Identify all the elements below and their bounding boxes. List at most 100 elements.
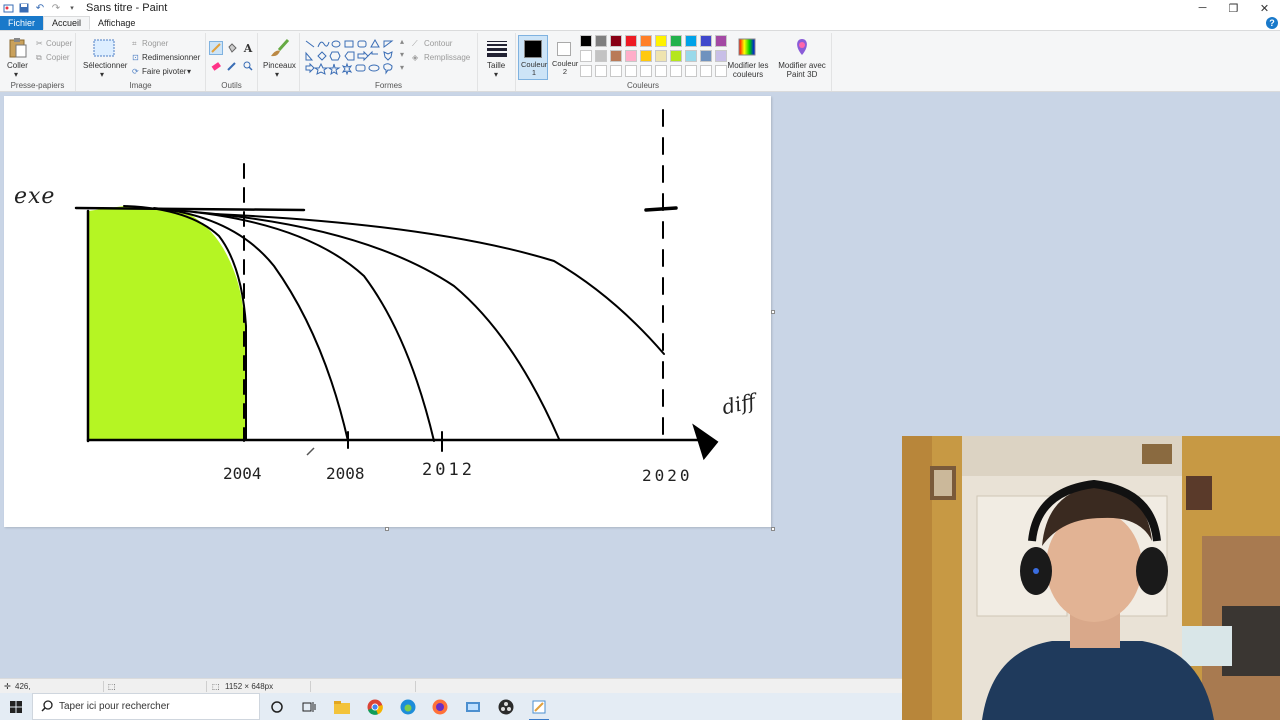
group-size: Taille ▾ xyxy=(478,33,516,91)
canvas-resize-handle-bottom[interactable] xyxy=(385,527,389,531)
edit-colors-button[interactable]: Modifier les couleurs xyxy=(726,61,770,79)
canvas-resize-handle-right[interactable] xyxy=(771,310,775,314)
palette-swatch[interactable] xyxy=(655,50,667,62)
redo-icon[interactable]: ↷ xyxy=(50,2,62,14)
eraser-icon[interactable] xyxy=(209,59,223,73)
size-button[interactable]: Taille xyxy=(487,61,505,70)
save-icon[interactable] xyxy=(18,2,30,14)
palette-swatch[interactable] xyxy=(685,35,697,47)
palette-swatch[interactable] xyxy=(715,35,727,47)
palette-swatch[interactable] xyxy=(640,35,652,47)
maximize-icon[interactable]: ❐ xyxy=(1218,0,1249,16)
paste-icon[interactable] xyxy=(6,37,30,59)
palette-swatch[interactable] xyxy=(640,50,652,62)
palette-swatch[interactable] xyxy=(670,35,682,47)
palette-swatch[interactable] xyxy=(580,35,592,47)
outline-button[interactable]: Contour xyxy=(424,39,452,48)
paste-button[interactable]: Coller xyxy=(7,61,28,70)
tab-view[interactable]: Affichage xyxy=(90,16,143,30)
close-icon[interactable]: ✕ xyxy=(1249,0,1280,16)
pencil-cursor-icon xyxy=(306,446,316,456)
fill-button[interactable]: Remplissage xyxy=(424,53,470,62)
cortana-icon[interactable] xyxy=(267,697,287,717)
obs-icon[interactable] xyxy=(496,697,516,717)
file-explorer-icon[interactable] xyxy=(332,697,352,717)
palette-swatch[interactable] xyxy=(655,65,667,77)
palette-swatch[interactable] xyxy=(625,50,637,62)
palette-swatch[interactable] xyxy=(580,65,592,77)
palette-swatch[interactable] xyxy=(595,50,607,62)
palette-swatch[interactable] xyxy=(670,50,682,62)
palette-swatch[interactable] xyxy=(670,65,682,77)
palette-swatch[interactable] xyxy=(625,65,637,77)
task-view-icon[interactable] xyxy=(299,697,319,717)
palette-swatch[interactable] xyxy=(595,65,607,77)
edge-icon[interactable] xyxy=(398,697,418,717)
shapes-scroll-down-icon[interactable]: ▾ xyxy=(400,50,404,59)
cut-button[interactable]: Couper xyxy=(46,39,72,48)
copy-button[interactable]: Copier xyxy=(46,53,70,62)
magnifier-icon[interactable] xyxy=(241,59,255,73)
paint-taskbar-icon[interactable] xyxy=(529,697,549,720)
firefox-icon[interactable] xyxy=(430,697,450,717)
color-picker-icon[interactable] xyxy=(225,59,239,73)
brushes-button[interactable]: Pinceaux xyxy=(263,61,296,70)
group-label-colors: Couleurs xyxy=(626,81,659,90)
drawing-canvas[interactable]: exe diff 2004 2008 2012 2020 xyxy=(4,96,771,527)
palette-swatch[interactable] xyxy=(700,65,712,77)
canvas-resize-handle-corner[interactable] xyxy=(771,527,775,531)
windows-start-icon[interactable] xyxy=(0,693,32,720)
size-icon[interactable] xyxy=(485,39,509,59)
customize-toolbar-icon[interactable]: ▾ xyxy=(66,2,78,14)
palette-swatch[interactable] xyxy=(610,35,622,47)
tab-file[interactable]: Fichier xyxy=(0,16,44,30)
resize-button[interactable]: Redimensionner xyxy=(142,53,200,62)
brushes-dropdown-icon[interactable]: ▾ xyxy=(275,70,279,79)
palette-swatch[interactable] xyxy=(625,35,637,47)
palette-swatch[interactable] xyxy=(610,50,622,62)
minimize-icon[interactable]: ─ xyxy=(1187,0,1218,16)
group-paint3d: Modifier avec Paint 3D xyxy=(772,33,832,91)
undo-icon[interactable]: ↶ xyxy=(34,2,46,14)
paste-dropdown-icon[interactable]: ▾ xyxy=(14,70,18,79)
shapes-scroll-up-icon[interactable]: ▴ xyxy=(400,37,404,46)
palette-swatch[interactable] xyxy=(610,65,622,77)
help-icon[interactable]: ? xyxy=(1266,17,1278,29)
palette-swatch[interactable] xyxy=(685,65,697,77)
curve-mid xyxy=(193,211,560,440)
palette-swatch[interactable] xyxy=(595,35,607,47)
palette-swatch[interactable] xyxy=(685,50,697,62)
shapes-gallery[interactable] xyxy=(304,39,400,75)
shapes-expand-icon[interactable]: ▾ xyxy=(400,63,404,72)
select-dropdown-icon[interactable]: ▾ xyxy=(100,70,104,79)
menu-tabs: Fichier Accueil Affichage ? xyxy=(0,16,1280,31)
select-icon[interactable] xyxy=(92,37,116,59)
text-tool-icon[interactable]: A xyxy=(241,41,255,55)
quick-access-toolbar: ↶ ↷ ▾ xyxy=(0,2,78,14)
palette-swatch[interactable] xyxy=(580,50,592,62)
rotate-dropdown-icon[interactable]: ▾ xyxy=(187,67,191,76)
palette-swatch[interactable] xyxy=(655,35,667,47)
color1-selector[interactable]: Couleur 1 xyxy=(518,35,548,80)
color2-selector[interactable]: Couleur 2 xyxy=(550,35,580,80)
palette-swatch[interactable] xyxy=(700,50,712,62)
fill-bucket-icon[interactable] xyxy=(225,41,239,55)
size-dropdown-icon[interactable]: ▾ xyxy=(494,70,498,79)
crop-button[interactable]: Rogner xyxy=(142,39,168,48)
tab-home[interactable]: Accueil xyxy=(43,16,91,30)
brushes-icon[interactable] xyxy=(267,37,291,59)
app-icon[interactable] xyxy=(463,697,483,717)
select-button[interactable]: Sélectionner xyxy=(83,61,127,70)
taskbar-search-input[interactable]: Taper ici pour rechercher xyxy=(32,693,260,720)
year-label-2004: 2004 xyxy=(223,464,262,483)
palette-swatch[interactable] xyxy=(700,35,712,47)
edit-colors-icon[interactable] xyxy=(737,37,757,57)
paint3d-icon[interactable] xyxy=(792,37,812,57)
color-palette[interactable] xyxy=(580,35,730,79)
pencil-icon[interactable] xyxy=(209,41,223,55)
cursor-position: 426, xyxy=(15,682,31,691)
chrome-icon[interactable] xyxy=(365,697,385,717)
paint3d-button[interactable]: Modifier avec Paint 3D xyxy=(776,61,828,79)
palette-swatch[interactable] xyxy=(640,65,652,77)
rotate-button[interactable]: Faire pivoter xyxy=(142,67,186,76)
